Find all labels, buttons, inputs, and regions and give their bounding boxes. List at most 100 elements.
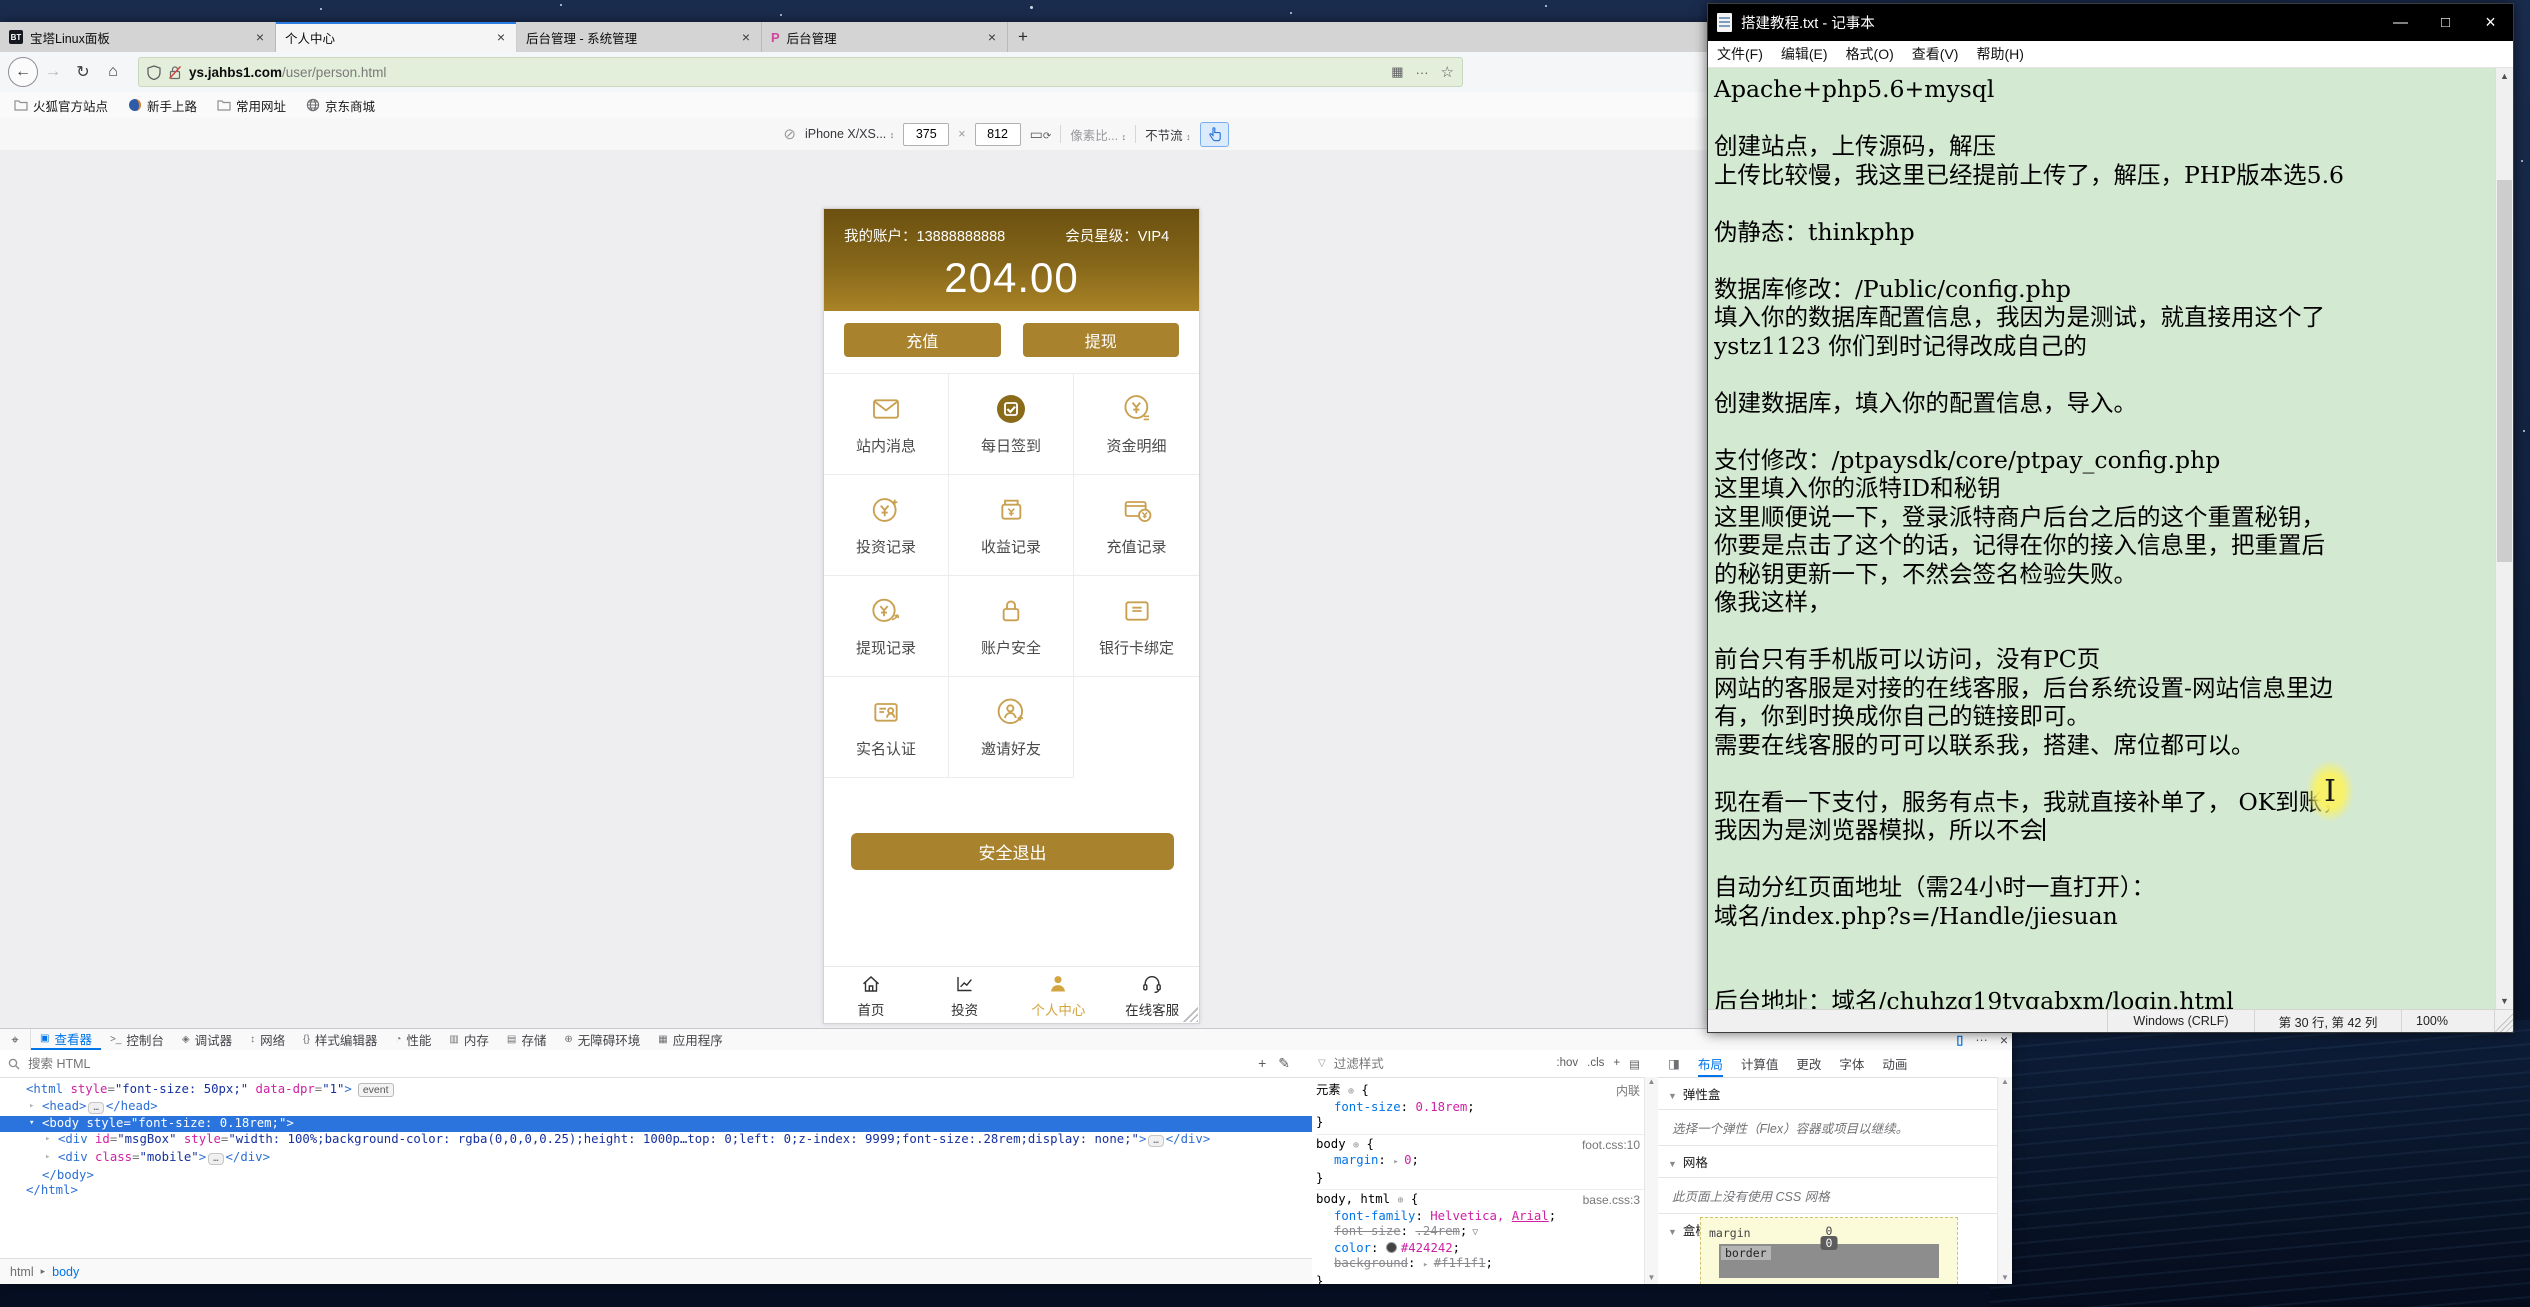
scroll-down-icon[interactable]: ▼ (1998, 1273, 2012, 1282)
grid-item-message[interactable]: 站内消息 (824, 374, 949, 475)
breadcrumb-body[interactable]: body (52, 1265, 79, 1279)
color-picker-icon[interactable]: ✎ (1278, 1055, 1290, 1072)
devtools-tab-style-editor[interactable]: {} 样式编辑器 (294, 1029, 386, 1050)
scroll-up-icon[interactable]: ▲ (1648, 1077, 1656, 1086)
responsive-mode-toggle-icon[interactable]: ▯ (1956, 1032, 1963, 1047)
bookmark-getting-started[interactable]: 新手上路 (128, 96, 197, 115)
rules-toolbar-button[interactable]: :hov (1556, 1057, 1578, 1071)
viewport-width-input[interactable] (903, 122, 950, 146)
url-text[interactable]: ys.jahbs1.com/user/person.html (189, 65, 1384, 80)
scroll-up-icon[interactable]: ▲ (2496, 71, 2513, 81)
breadcrumb[interactable]: html ▸ body (0, 1258, 1312, 1284)
css-declaration[interactable]: font-size: .24rem; ▽ (1316, 1224, 1658, 1241)
maximize-button[interactable]: □ (2423, 4, 2468, 41)
dpr-selector[interactable]: 像素比... ↕ (1070, 125, 1126, 144)
grid-item-recharge[interactable]: 充值记录 (1074, 475, 1199, 576)
css-rules-list[interactable]: 元素 ⊕ {内联 font-size: 0.18rem;} body ⊕ {foot… (1312, 1078, 1658, 1284)
devtools-menu-icon[interactable]: ··· (1975, 1033, 1988, 1047)
flexbox-section-header[interactable]: ▼ 弹性盒 (1658, 1078, 2012, 1110)
expand-twisty-icon[interactable]: ▸ (29, 1099, 34, 1115)
css-rule[interactable]: body, html ⊕ {base.css:3 font-family: Hel… (1316, 1190, 1658, 1284)
resize-grip[interactable] (2495, 1010, 2513, 1032)
tab-admin-system[interactable]: 后台管理 - 系统管理 × (517, 22, 762, 52)
url-bar[interactable]: ys.jahbs1.com/user/person.html ▦ ··· ☆ (138, 57, 1463, 87)
bookmark-star-icon[interactable]: ☆ (1441, 63, 1454, 81)
tab-close-icon[interactable]: × (986, 29, 998, 45)
recharge-button[interactable]: 充值 (844, 323, 1001, 357)
box-model-diagram[interactable]: margin 0 border 0 (1700, 1217, 1958, 1284)
event-badge[interactable]: event (357, 1083, 394, 1097)
markup-node[interactable]: ▸ <head>… </head> (0, 1099, 1312, 1117)
devtools-tab-application[interactable]: ▦ 应用程序 (649, 1029, 731, 1050)
tab-personal-center[interactable]: 个人中心 × (276, 22, 517, 52)
rule-selector[interactable]: body, html (1316, 1192, 1397, 1206)
nav-item-home[interactable]: 首页 (824, 967, 918, 1023)
tab-baota-panel[interactable]: BT 宝塔Linux面板 × (0, 22, 276, 52)
markup-node[interactable]: </html> (0, 1183, 1312, 1199)
close-button[interactable]: × (2468, 4, 2513, 41)
bookmark-common-sites[interactable]: 常用网址 (217, 96, 286, 115)
markup-node[interactable]: ▸ <div id="msgBox" style="width: 100%;bac… (0, 1132, 1312, 1150)
value-expander-icon[interactable]: ▸ (1393, 1157, 1404, 1167)
home-button[interactable]: ⌂ (98, 57, 128, 87)
expand-twisty-icon[interactable]: ▸ (45, 1132, 50, 1148)
minimize-button[interactable]: — (2378, 4, 2423, 41)
rule-selector[interactable]: body (1316, 1137, 1353, 1151)
touch-simulation-button[interactable] (1199, 121, 1229, 147)
markup-node[interactable]: ▸ <div class="mobile">… </div> (0, 1150, 1312, 1168)
css-rule[interactable]: 元素 ⊕ {内联 font-size: 0.18rem;} (1316, 1081, 1658, 1135)
expand-twisty-icon[interactable]: ▸ (45, 1150, 50, 1166)
viewport-height-input[interactable] (974, 122, 1021, 146)
css-declaration[interactable]: font-size: 0.18rem; (1316, 1100, 1658, 1116)
grid-item-signin[interactable]: 每日签到 (949, 374, 1074, 475)
rule-source-link[interactable]: base.css:3 (1583, 1193, 1640, 1209)
grid-item-realname[interactable]: 实名认证 (824, 677, 949, 778)
nav-item-service[interactable]: 在线客服 (1105, 967, 1199, 1023)
value-expander-icon[interactable]: ▸ (1423, 1260, 1434, 1270)
notepad-text-area[interactable]: Apache+php5.6+mysql 创建站点，上传源码，解压 上传比较慢，我这里… (1708, 68, 2513, 1009)
rule-selector[interactable]: 元素 (1316, 1083, 1348, 1097)
withdraw-button[interactable]: 提现 (1022, 323, 1179, 357)
tab-animations[interactable]: 动画 (1882, 1054, 1907, 1073)
scroll-down-icon[interactable]: ▼ (2496, 996, 2513, 1006)
tab-close-icon[interactable]: × (495, 29, 507, 45)
devtools-tab-accessibility[interactable]: ⊕ 无障碍环境 (555, 1029, 649, 1050)
rule-source-link[interactable]: foot.css:10 (1582, 1138, 1640, 1154)
menu-help[interactable]: 帮助(H) (1967, 44, 2032, 64)
css-declaration[interactable]: color: #424242; (1316, 1241, 1658, 1257)
back-button[interactable]: ← (8, 57, 38, 87)
expand-twisty-icon[interactable]: ▾ (29, 1116, 34, 1132)
device-selector[interactable]: iPhone X/XS... ↕ (805, 127, 894, 141)
logout-button[interactable]: 安全退出 (851, 833, 1174, 870)
scroll-down-icon[interactable]: ▼ (1645, 1273, 1658, 1282)
create-node-icon[interactable]: + (1258, 1055, 1266, 1072)
tab-changes[interactable]: 更改 (1796, 1054, 1821, 1073)
devtools-tab-console[interactable]: >_ 控制台 (101, 1029, 173, 1050)
tab-fonts[interactable]: 字体 (1839, 1054, 1864, 1073)
rules-toolbar-button[interactable]: .cls (1587, 1057, 1604, 1071)
nav-item-person[interactable]: 个人中心 (1012, 967, 1106, 1023)
bookmark-jd-mall[interactable]: 京东商城 (306, 96, 375, 115)
rules-toolbar-button[interactable]: ▤ (1629, 1057, 1640, 1071)
markup-search-input[interactable] (26, 1055, 1253, 1072)
notepad-scrollbar[interactable]: ▲ ▼ (2495, 68, 2513, 1009)
markup-node[interactable]: </body> (0, 1168, 1312, 1184)
overridden-filter-icon[interactable]: ▽ (1472, 1225, 1478, 1241)
reload-button[interactable]: ↻ (68, 57, 98, 87)
scroll-up-icon[interactable]: ▲ (2001, 1077, 2009, 1086)
devtools-tab-inspector[interactable]: ▣ 查看器 (31, 1029, 101, 1050)
forward-button[interactable]: → (38, 57, 68, 87)
rule-source-link[interactable]: 内联 (1616, 1084, 1640, 1100)
devtools-close-icon[interactable]: × (2000, 1032, 2008, 1048)
rotate-viewport-icon[interactable]: ▭⟳ (1030, 126, 1052, 143)
menu-edit[interactable]: 编辑(E) (1772, 44, 1837, 64)
grid-item-security[interactable]: 账户安全 (949, 576, 1074, 677)
sidebar-scrollbar[interactable]: ▲ ▼ (1997, 1077, 2012, 1284)
page-actions-icon[interactable]: ··· (1416, 65, 1429, 80)
rules-toolbar-button[interactable]: + (1613, 1057, 1620, 1071)
rules-scrollbar[interactable]: ▲ ▼ (1644, 1077, 1658, 1284)
tab-close-icon[interactable]: × (740, 29, 752, 45)
markup-node[interactable]: ▾ <body style="font-size: 0.18rem;"> (0, 1116, 1312, 1133)
markup-tree[interactable]: <html style="font-size: 50px;" data-dpr=… (0, 1078, 1312, 1199)
css-declaration[interactable]: background: ▸ #f1f1f1; (1316, 1256, 1658, 1274)
